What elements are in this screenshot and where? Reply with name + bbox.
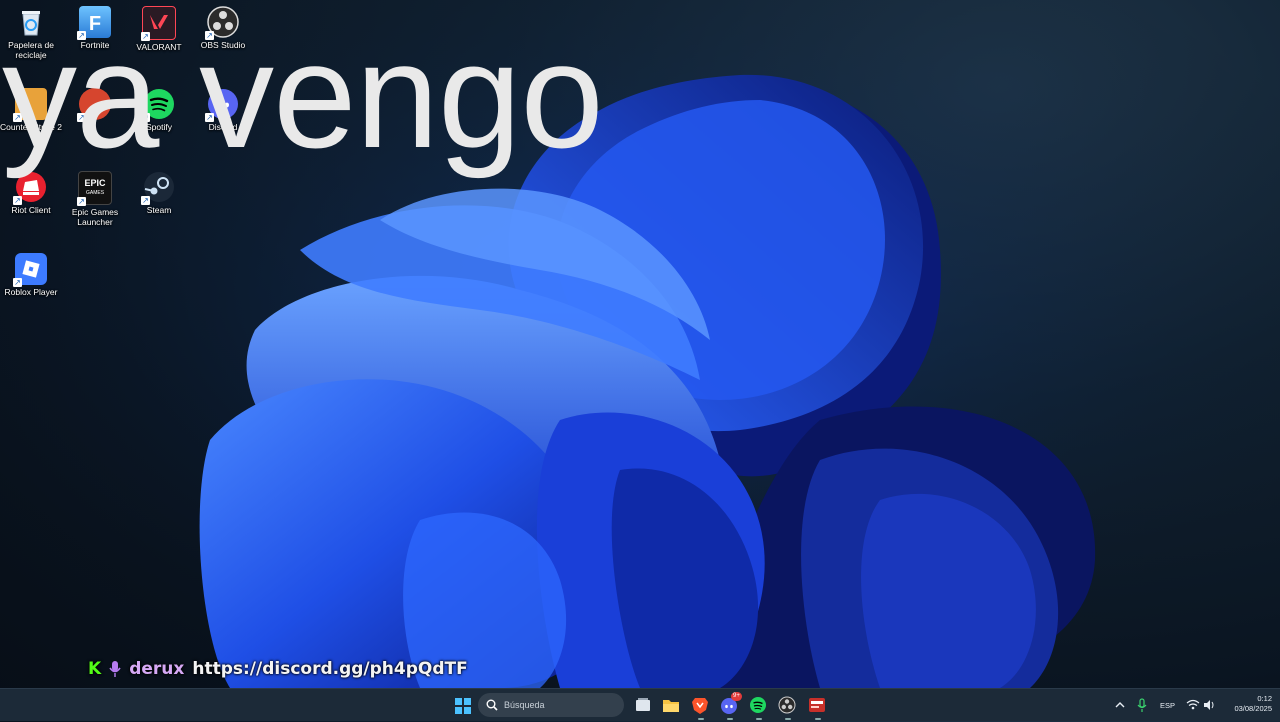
- spotify-icon: [750, 697, 766, 713]
- search-icon: [486, 699, 498, 711]
- file-explorer-icon: [663, 700, 679, 712]
- svg-text:GAMES: GAMES: [86, 190, 105, 196]
- tray-microphone[interactable]: [1134, 693, 1150, 717]
- start-icon: [455, 698, 471, 714]
- wifi-icon: [1186, 699, 1200, 710]
- svg-text:EPIC: EPIC: [84, 178, 106, 188]
- search-placeholder: Búsqueda: [504, 700, 545, 710]
- taskbar-brave[interactable]: [689, 693, 711, 720]
- show-hidden-icons-button[interactable]: [1112, 693, 1128, 717]
- shortcut-arrow-icon: ↗: [77, 197, 86, 206]
- input-language-indicator[interactable]: ESP: [1160, 701, 1175, 710]
- obs-icon: [778, 696, 796, 714]
- roblox-icon: ↗: [13, 253, 47, 287]
- task-view-icon: [636, 698, 650, 711]
- desktop-icon-epic-games[interactable]: EPIC GAMES ↗ Epic Games Launcher: [60, 171, 130, 227]
- clock-time: 0:12: [1257, 694, 1272, 703]
- microphone-icon: [109, 661, 121, 677]
- start-button[interactable]: [452, 693, 474, 717]
- taskbar-obs[interactable]: [776, 693, 798, 720]
- brb-overlay-text: ya vengo: [2, 11, 604, 179]
- shortcut-arrow-icon: ↗: [13, 278, 22, 287]
- microphone-icon: [1137, 698, 1147, 712]
- notification-badge: 9+: [731, 692, 742, 701]
- brave-icon: [692, 698, 708, 714]
- tray-network[interactable]: [1186, 693, 1200, 717]
- clock-date: 03/08/2025: [1234, 704, 1272, 713]
- streamer-username: derux: [129, 659, 185, 679]
- shortcut-arrow-icon: ↗: [13, 196, 22, 205]
- tray-clock[interactable]: 0:12 03/08/2025: [1222, 693, 1272, 717]
- taskbar-app[interactable]: [806, 693, 828, 720]
- app-icon: [809, 698, 825, 712]
- shortcut-arrow-icon: ↗: [141, 196, 150, 205]
- chevron-up-icon: [1115, 702, 1125, 708]
- desktop-icon-roblox[interactable]: ↗ Roblox Player: [0, 253, 66, 297]
- taskbar-file-explorer[interactable]: [660, 693, 682, 717]
- taskbar-spotify[interactable]: [747, 693, 769, 720]
- volume-icon: [1204, 700, 1214, 710]
- tray-volume[interactable]: [1202, 693, 1216, 717]
- taskbar: Búsqueda 9+ ESP 0:12 03/08/2025: [0, 688, 1280, 721]
- kick-logo-icon: K: [88, 659, 102, 679]
- taskbar-discord[interactable]: 9+: [718, 692, 742, 720]
- stream-info-bar: K derux https://discord.gg/ph4pQdTF: [88, 658, 468, 680]
- taskbar-search-box[interactable]: Búsqueda: [478, 693, 624, 717]
- task-view-button[interactable]: [632, 693, 654, 717]
- discord-invite-link[interactable]: https://discord.gg/ph4pQdTF: [192, 659, 467, 679]
